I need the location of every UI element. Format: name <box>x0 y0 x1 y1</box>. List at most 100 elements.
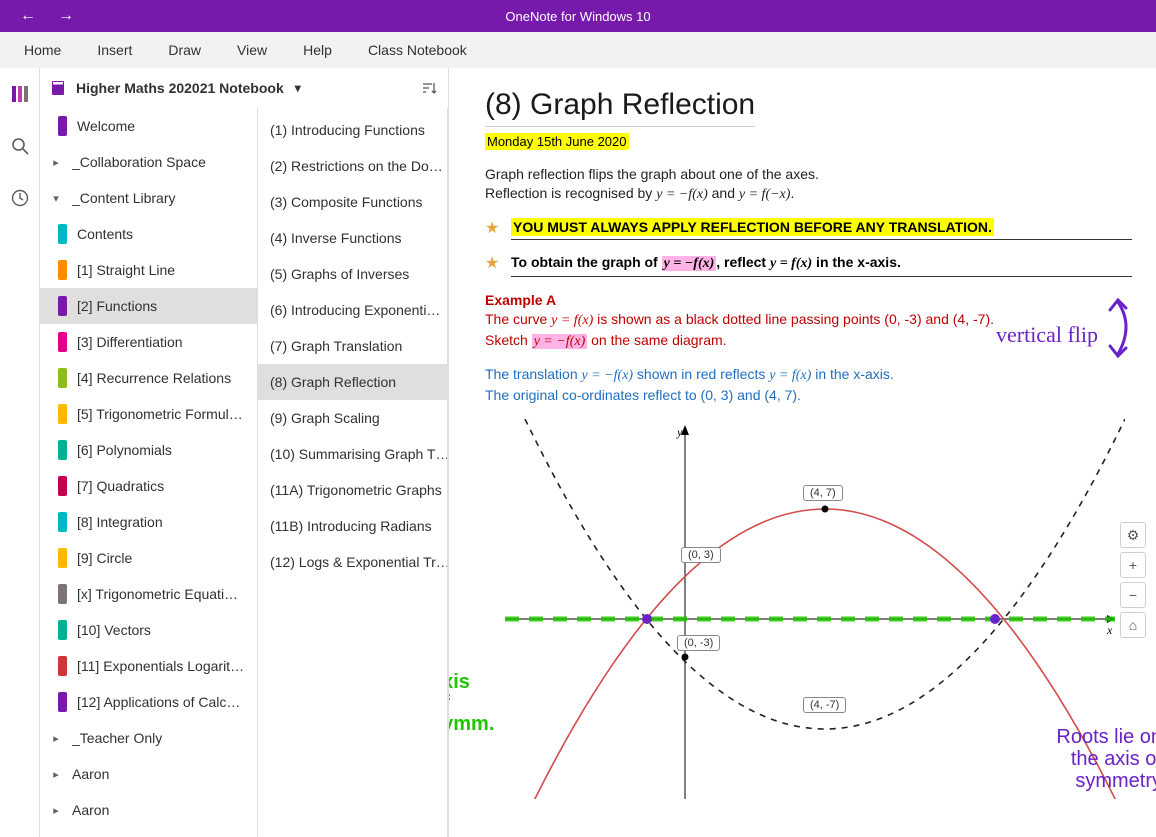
page-item[interactable]: (11B) Introducing Radians <box>258 508 447 544</box>
section-item[interactable]: [3] Differentiation <box>40 324 257 360</box>
ink-roots-note: Roots lie onthe axis ofsymmetry <box>1056 726 1156 792</box>
section-item[interactable]: [7] Quadratics <box>40 468 257 504</box>
section-label: _Content Library <box>72 190 176 206</box>
notebook-name: Higher Maths 202021 Notebook <box>76 80 284 96</box>
section-item[interactable]: [2] Functions <box>40 288 257 324</box>
graph-zoom-out-button[interactable]: − <box>1120 582 1146 608</box>
page-item[interactable]: (9) Graph Scaling <box>258 400 447 436</box>
page-canvas[interactable]: (8) Graph Reflection Monday 15th June 20… <box>449 68 1156 837</box>
section-item[interactable]: [10] Vectors <box>40 612 257 648</box>
section-item[interactable]: [9] Circle <box>40 540 257 576</box>
section-item[interactable]: ▸ Aaron <box>40 756 257 792</box>
ribbon-tabs: HomeInsertDrawViewHelpClass Notebook <box>0 32 1156 68</box>
section-label: [9] Circle <box>77 550 132 566</box>
section-color-tab <box>58 692 67 712</box>
section-item[interactable]: [x] Trigonometric Equati… <box>40 576 257 612</box>
section-item[interactable]: [4] Recurrence Relations <box>40 360 257 396</box>
page-item[interactable]: (6) Introducing Exponenti… <box>258 292 447 328</box>
menu-home[interactable]: Home <box>6 32 79 68</box>
app-title: OneNote for Windows 10 <box>0 9 1156 24</box>
section-item[interactable]: [6] Polynomials <box>40 432 257 468</box>
important-tag-icon[interactable]: ★ <box>485 254 501 274</box>
section-label: Aaron <box>72 802 109 818</box>
section-color-tab <box>58 476 67 496</box>
section-label: [11] Exponentials Logarit… <box>77 658 244 674</box>
section-label: Contents <box>77 226 133 242</box>
page-item[interactable]: (3) Composite Functions <box>258 184 447 220</box>
page-item[interactable]: (2) Restrictions on the Do… <box>258 148 447 184</box>
section-list: Welcome ▸ _Collaboration Space ▾ _Content Li… <box>40 108 258 837</box>
section-item[interactable]: [1] Straight Line <box>40 252 257 288</box>
section-color-tab <box>58 512 67 532</box>
title-bar: ← → OneNote for Windows 10 <box>0 0 1156 32</box>
chevron-right-icon: ▸ <box>50 768 62 781</box>
chevron-right-icon: ▸ <box>50 156 62 169</box>
section-item[interactable]: ▸_Teacher Only <box>40 720 257 756</box>
page-list: (1) Introducing Functions(2) Restriction… <box>258 108 448 837</box>
page-item[interactable]: (12) Logs & Exponential Tr… <box>258 544 447 580</box>
page-date: Monday 15th June 2020 <box>485 133 629 150</box>
point-label-2: (0, 3) <box>681 547 721 563</box>
page-item[interactable]: (8) Graph Reflection <box>258 364 447 400</box>
section-color-tab <box>58 584 67 604</box>
menu-help[interactable]: Help <box>285 32 350 68</box>
section-label: Welcome <box>77 118 135 134</box>
section-item[interactable]: [5] Trigonometric Formul… <box>40 396 257 432</box>
section-item[interactable]: [11] Exponentials Logarit… <box>40 648 257 684</box>
chevron-down-icon: ▾ <box>50 192 62 205</box>
section-label: [10] Vectors <box>77 622 151 638</box>
section-item[interactable]: ▸ Aaron <box>40 792 257 828</box>
graph-settings-button[interactable]: ⚙ <box>1120 522 1146 548</box>
search-icon[interactable] <box>8 134 32 158</box>
page-item[interactable]: (10) Summarising Graph T… <box>258 436 447 472</box>
left-rail <box>0 68 40 837</box>
section-color-tab <box>58 332 67 352</box>
chevron-right-icon: ▸ <box>50 804 62 817</box>
menu-draw[interactable]: Draw <box>150 32 219 68</box>
menu-insert[interactable]: Insert <box>79 32 150 68</box>
menu-class-notebook[interactable]: Class Notebook <box>350 32 485 68</box>
notebook-nav-icon[interactable] <box>8 82 32 106</box>
sort-icon[interactable] <box>420 79 438 97</box>
section-label: [6] Polynomials <box>77 442 172 458</box>
section-color-tab <box>58 116 67 136</box>
section-label: [2] Functions <box>77 298 157 314</box>
notebook-picker[interactable]: Higher Maths 202021 Notebook ▾ <box>40 68 448 108</box>
menu-view[interactable]: View <box>219 32 285 68</box>
page-item[interactable]: (4) Inverse Functions <box>258 220 447 256</box>
graph-zoom-in-button[interactable]: + <box>1120 552 1146 578</box>
chevron-down-icon: ▾ <box>295 81 301 95</box>
section-item[interactable]: Contents <box>40 216 257 252</box>
intro-eq-2: y = f(−x) <box>739 187 791 202</box>
ink-arrow-icon <box>1100 296 1134 366</box>
page-item[interactable]: (5) Graphs of Inverses <box>258 256 447 292</box>
section-label: Aaron <box>72 766 109 782</box>
recent-icon[interactable] <box>8 186 32 210</box>
rule-eq: y = −f(x) <box>662 256 717 271</box>
section-item[interactable]: [12] Applications of Calc… <box>40 684 257 720</box>
section-item[interactable]: Welcome <box>40 108 257 144</box>
section-color-tab <box>58 404 67 424</box>
section-item[interactable]: ▸ _Collaboration Space <box>40 144 257 180</box>
section-color-tab <box>58 620 67 640</box>
section-label: [12] Applications of Calc… <box>77 694 240 710</box>
section-item[interactable]: ▾ _Content Library <box>40 180 257 216</box>
intro-line-1: Graph reflection flips the graph about o… <box>485 166 819 182</box>
section-label: [1] Straight Line <box>77 262 175 278</box>
important-tag-icon[interactable]: ★ <box>485 219 501 239</box>
forward-button[interactable]: → <box>52 2 80 30</box>
ink-axis-of-symmetry: axisofsymm. <box>449 672 494 735</box>
back-button[interactable]: ← <box>14 2 42 30</box>
page-item[interactable]: (7) Graph Translation <box>258 328 447 364</box>
section-label: [x] Trigonometric Equati… <box>77 586 238 602</box>
page-item[interactable]: (11A) Trigonometric Graphs <box>258 472 447 508</box>
section-color-tab <box>58 440 67 460</box>
page-item[interactable]: (1) Introducing Functions <box>258 112 447 148</box>
section-label: [4] Recurrence Relations <box>77 370 231 386</box>
graph-home-button[interactable]: ⌂ <box>1120 612 1146 638</box>
section-item[interactable]: [8] Integration <box>40 504 257 540</box>
graph-tool-column: ⚙ + − ⌂ <box>1120 522 1146 638</box>
section-label: _Collaboration Space <box>72 154 206 170</box>
intro-line-2a: Reflection is recognised by <box>485 185 656 201</box>
section-color-tab <box>58 548 67 568</box>
